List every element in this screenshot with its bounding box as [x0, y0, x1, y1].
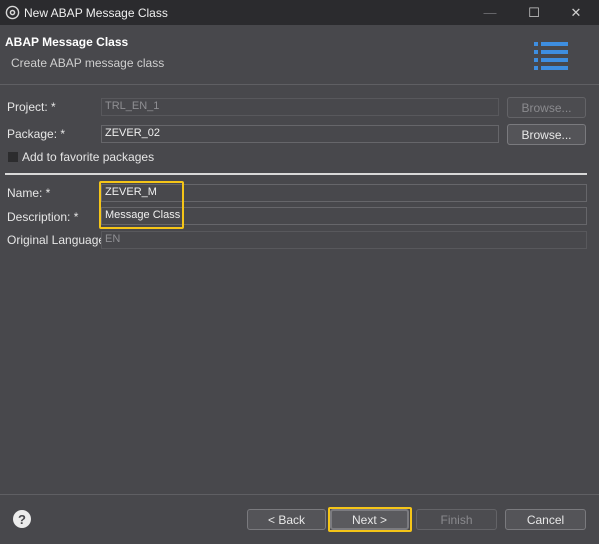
next-button-highlight [328, 507, 412, 532]
back-button[interactable]: < Back [247, 509, 326, 530]
project-browse-button: Browse... [507, 97, 586, 118]
footer-divider [0, 494, 599, 495]
language-label: Original Language: [7, 233, 109, 247]
name-label: Name: * [7, 186, 51, 200]
favorite-label: Add to favorite packages [22, 150, 155, 164]
package-browse-button[interactable]: Browse... [507, 124, 586, 145]
eclipse-app-icon [5, 5, 20, 20]
page-subtitle: Create ABAP message class [11, 56, 165, 70]
favorite-checkbox[interactable] [8, 152, 18, 162]
help-icon[interactable]: ? [13, 510, 31, 528]
description-label: Description: * [7, 210, 79, 224]
project-field: TRL_EN_1 [101, 98, 499, 116]
project-label: Project: * [7, 100, 56, 114]
window-title: New ABAP Message Class [24, 6, 168, 20]
header-divider [0, 84, 599, 85]
finish-button: Finish [416, 509, 497, 530]
minimize-icon[interactable]: — [467, 0, 513, 25]
message-class-wizard-icon [534, 42, 568, 70]
page-title: ABAP Message Class [5, 35, 129, 49]
language-field: EN [101, 231, 587, 249]
cancel-button[interactable]: Cancel [505, 509, 586, 530]
name-description-highlight [99, 181, 184, 229]
maximize-icon[interactable]: ☐ [511, 0, 557, 25]
section-divider [5, 173, 587, 175]
package-input[interactable]: ZEVER_02 [101, 125, 499, 143]
close-icon[interactable]: ✕ [553, 0, 599, 25]
package-label: Package: * [7, 127, 66, 141]
